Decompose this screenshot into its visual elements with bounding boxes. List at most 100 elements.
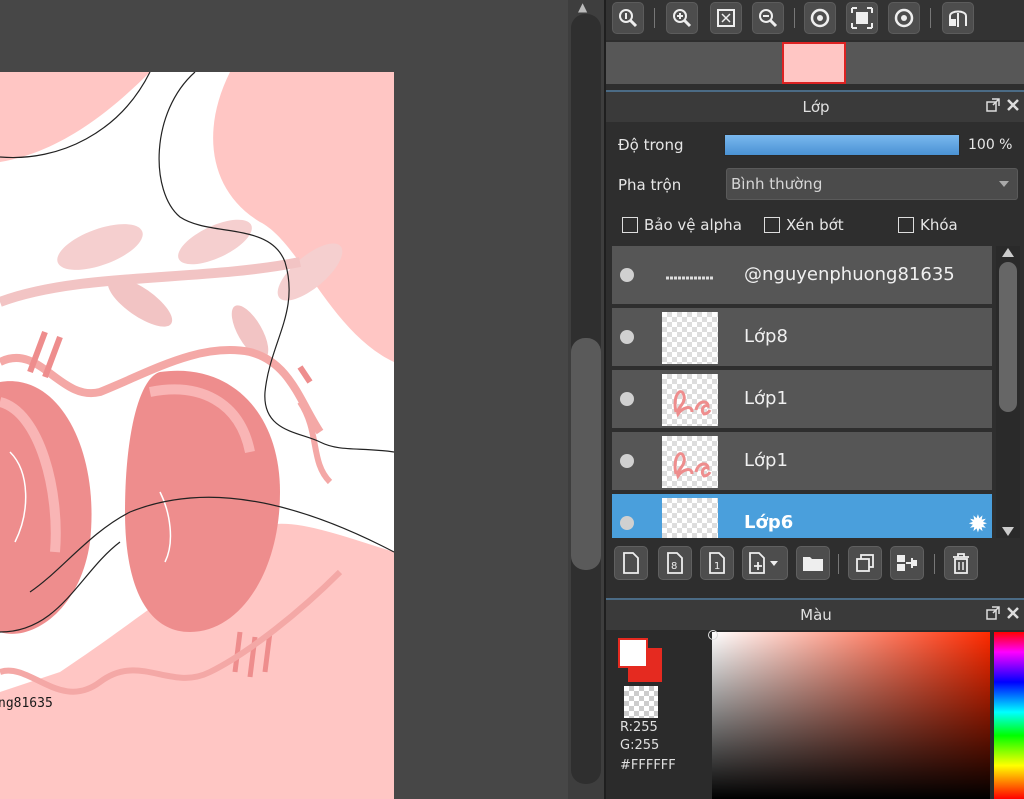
layer-thumbnail [662,436,718,488]
new-folder-button[interactable] [796,546,830,580]
add-layer-dropdown-icon [749,552,778,574]
watermark-text: ng81635 [0,696,53,711]
blend-mode-select[interactable]: Bình thường [726,168,1018,200]
blend-mode-label: Pha trộn [618,176,682,194]
navigator-thumbnail[interactable] [782,42,846,84]
scroll-up-icon[interactable] [1002,248,1014,257]
layer-panel-header: Lớp [606,90,1024,122]
layer-thumbnail [662,312,718,364]
layer-row[interactable]: @nguyenphuong81635 [612,246,992,306]
layer-name: Lớp8 [744,326,788,347]
text-layer-preview-icon [666,276,714,280]
green-value: G:255 [620,738,660,753]
new-8bit-layer-button[interactable]: 8 [658,546,692,580]
close-icon[interactable] [1006,98,1020,112]
lettering-preview-icon [673,390,712,418]
delete-layer-button[interactable] [944,546,978,580]
layer-thumbnail [662,374,718,426]
flip-button[interactable] [942,2,974,34]
hex-value[interactable]: #FFFFFF [620,758,676,773]
toolbar-separator [654,8,655,28]
zoom-out-icon [759,9,778,28]
popout-icon[interactable] [986,98,1000,112]
zoom-in-icon [673,9,692,28]
1bit-layer-icon: 1 [709,552,725,574]
merge-down-icon [897,555,917,571]
trash-icon [953,553,969,574]
toolbar-separator [934,554,935,574]
new-page-icon [623,552,639,574]
zoom-actual-button[interactable] [612,2,644,34]
visibility-icon[interactable] [620,330,634,344]
clipping-checkbox[interactable]: Xén bớt [764,216,844,234]
opacity-slider[interactable] [724,134,960,156]
layer-row[interactable]: Lớp1 [612,432,992,492]
fullscreen-button[interactable] [846,2,878,34]
scroll-down-icon[interactable] [1002,527,1014,536]
fit-screen-icon [717,9,735,27]
gear-icon[interactable]: ✹ [968,510,988,538]
protect-alpha-label: Bảo vệ alpha [644,216,742,234]
saturation-value-picker[interactable] [712,632,990,799]
protect-alpha-checkbox[interactable]: Bảo vệ alpha [622,216,742,234]
right-panel: Lớp Độ trong 100 % Pha trộn Bình thường … [604,0,1024,799]
zoom-in-button[interactable] [666,2,698,34]
flip-icon [949,10,967,27]
clipping-label: Xén bớt [786,216,844,234]
artwork-canvas[interactable]: ng81635 [0,72,394,799]
8bit-layer-icon: 8 [667,552,683,574]
visibility-icon[interactable] [620,268,634,282]
layer-name: Lớp6 [744,512,794,533]
layer-row[interactable]: Lớp8 [612,308,992,368]
visibility-icon[interactable] [620,392,634,406]
layer-scroll-thumb[interactable] [999,262,1017,412]
toolbar-separator [794,8,795,28]
rotate-left-button[interactable] [804,2,836,34]
layer-name: Lớp1 [744,388,788,409]
rotate-right-icon [894,8,914,28]
canvas-scroll-thumb[interactable] [571,338,601,570]
rotate-right-button[interactable] [888,2,920,34]
navigator-preview[interactable] [606,42,1024,84]
canvas-scrollbar[interactable]: ▲ [568,0,604,799]
merge-layer-button[interactable] [890,546,924,580]
add-layer-menu-button[interactable] [742,546,788,580]
checkbox-box[interactable] [622,217,638,233]
layer-name: Lớp1 [744,450,788,471]
visibility-icon[interactable] [620,516,634,530]
layer-row[interactable]: Lớp1 [612,370,992,430]
scroll-up-icon[interactable]: ▲ [578,0,587,14]
picker-cursor[interactable] [708,630,718,640]
lettering-preview-icon [673,452,712,480]
new-layer-button[interactable] [614,546,648,580]
popout-icon[interactable] [986,606,1000,620]
duplicate-layer-button[interactable] [848,546,882,580]
toolbar-separator [930,8,931,28]
duplicate-icon [856,554,874,572]
artwork-drawing [0,72,394,695]
hue-slider[interactable] [994,632,1024,799]
layer-panel: Lớp Độ trong 100 % Pha trộn Bình thường … [606,90,1024,595]
zoom-out-button[interactable] [752,2,784,34]
color-panel-title: Màu [800,606,832,624]
opacity-label: Độ trong [618,136,684,154]
close-icon[interactable] [1006,606,1020,620]
layer-row-selected[interactable]: Lớp6 ✹ [612,494,992,538]
blend-mode-value: Bình thường [731,175,823,193]
checkbox-box[interactable] [898,217,914,233]
lock-checkbox[interactable]: Khóa [898,216,958,234]
visibility-icon[interactable] [620,454,634,468]
new-1bit-layer-button[interactable]: 1 [700,546,734,580]
color-panel-header: Màu [606,598,1024,630]
foreground-color-swatch[interactable] [618,638,648,668]
layer-scrollbar[interactable] [996,246,1020,538]
svg-text:1: 1 [714,561,720,572]
transparent-color-swatch[interactable] [624,686,658,718]
layer-name: @nguyenphuong81635 [744,264,955,285]
layer-thumbnail [662,250,718,302]
canvas-workspace[interactable]: ng81635 [0,0,568,799]
svg-text:8: 8 [671,561,677,572]
chevron-down-icon [999,181,1009,187]
checkbox-box[interactable] [764,217,780,233]
fit-screen-button[interactable] [710,2,742,34]
